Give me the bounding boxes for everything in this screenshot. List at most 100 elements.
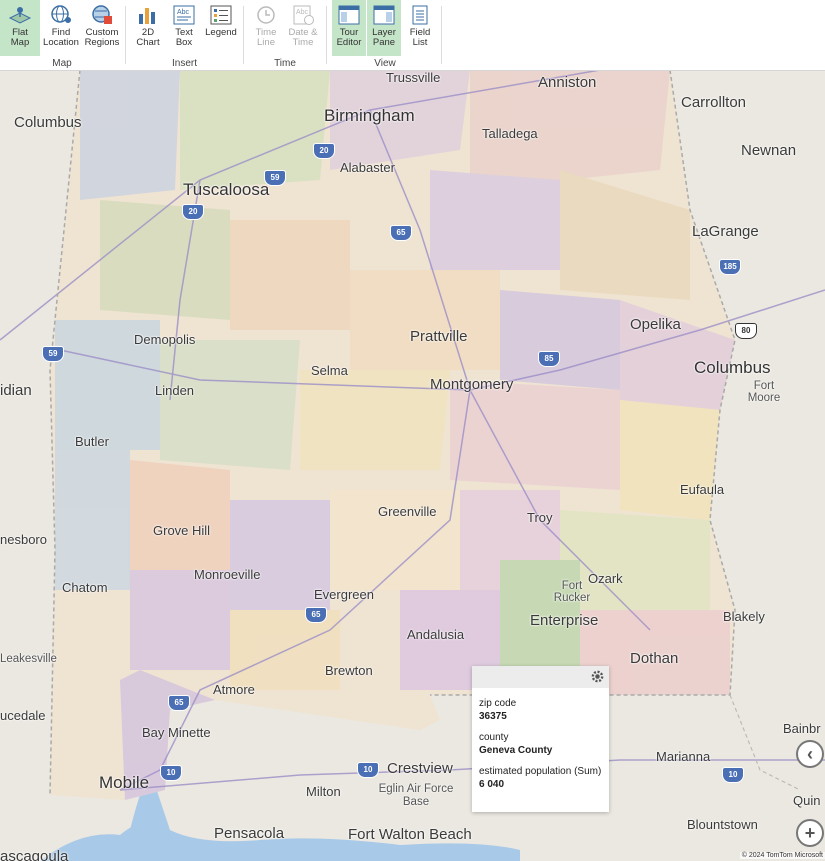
insert-group: 2D Chart Abc Text Box Legend Insert (128, 0, 241, 70)
city-label: Eglin Air Force Base (378, 783, 454, 808)
find-location-button[interactable]: Find Location (41, 0, 81, 56)
city-label: idian (0, 382, 32, 399)
city-label: Anniston (538, 74, 597, 91)
view-group-label: View (374, 58, 396, 69)
ribbon-divider (441, 6, 442, 64)
city-label: Andalusia (407, 627, 465, 642)
legend-button[interactable]: Legend (202, 0, 240, 56)
city-label: Bainbr (783, 721, 821, 736)
find-location-label: Find Location (43, 27, 79, 48)
city-label: Eufaula (680, 482, 725, 497)
city-label: Montgomery (430, 376, 514, 393)
gear-icon[interactable] (590, 669, 605, 687)
insert-group-label: Insert (171, 58, 197, 69)
map-canvas[interactable]: Trussville Anniston Birmingham Carrollto… (0, 70, 825, 861)
city-label: Demopolis (134, 332, 196, 347)
city-label: Bay Minette (142, 725, 211, 740)
tooltip-header (472, 666, 609, 688)
chevron-left-icon: ‹ (807, 743, 813, 764)
county-value: Geneva County (479, 745, 553, 756)
date-time-button[interactable]: Abc Date & Time (284, 0, 322, 56)
text-box-icon: Abc (173, 5, 195, 25)
city-label: Marianna (656, 749, 711, 764)
date-time-label: Date & Time (288, 27, 318, 48)
tour-editor-button[interactable]: Tour Editor (332, 0, 366, 56)
custom-regions-icon (92, 5, 112, 24)
city-label: Columbus (694, 358, 771, 377)
time-group: Time Line Abc Date & Time Time (246, 0, 324, 70)
highway-shield: 20 (313, 143, 335, 159)
highway-shield: 85 (538, 351, 560, 367)
highway-shield: 65 (390, 225, 412, 241)
map-group: Flat Map Find Location Custom Regions Ma… (0, 0, 124, 70)
city-label: Alabaster (340, 160, 395, 175)
city-label: Fort Walton Beach (348, 826, 472, 843)
plus-icon: + (804, 822, 816, 843)
city-label: Monroeville (194, 567, 261, 582)
highway-shield: 10 (722, 767, 744, 783)
legend-label: Legend (205, 27, 237, 38)
city-label: LaGrange (692, 223, 759, 240)
city-label: Atmore (213, 682, 255, 697)
text-box-button[interactable]: Abc Text Box (167, 0, 201, 56)
ribbon: Flat Map Find Location Custom Regions Ma… (0, 0, 825, 71)
field-list-icon (412, 5, 428, 25)
highway-shield: 185 (719, 259, 741, 275)
flat-map-label: Flat Map (10, 27, 30, 48)
svg-text:Abc: Abc (177, 9, 190, 16)
time-line-label: Time Line (255, 27, 277, 48)
svg-text:Abc: Abc (296, 9, 309, 16)
field-list-label: Field List (409, 27, 431, 48)
city-label: Fort Rucker (553, 580, 591, 604)
highway-shield: 59 (264, 170, 286, 186)
tour-editor-label: Tour Editor (336, 27, 362, 48)
flat-map-icon (8, 7, 32, 24)
city-label: Tuscaloosa (183, 180, 270, 199)
highway-shield: 65 (305, 607, 327, 623)
data-card-tooltip: zip code 36375 county Geneva County esti… (472, 666, 609, 812)
city-label: Evergreen (314, 587, 374, 602)
city-label: Columbus (14, 114, 82, 131)
field-list-button[interactable]: Field List (403, 0, 437, 56)
custom-regions-label: Custom Regions (84, 27, 120, 48)
clock-icon (257, 6, 275, 24)
city-label: Talladega (482, 126, 538, 141)
highway-shield: 65 (168, 695, 190, 711)
chart-2d-button[interactable]: 2D Chart (130, 0, 166, 56)
zoom-in-button[interactable]: + (796, 819, 824, 847)
city-label: Greenville (378, 504, 437, 519)
city-label: Dothan (630, 650, 679, 667)
city-label: Crestview (387, 760, 453, 777)
layer-pane-button[interactable]: Layer Pane (367, 0, 401, 56)
city-label: Leakesville (0, 653, 57, 665)
city-label: Newnan (741, 142, 797, 159)
highway-shield: 10 (160, 765, 182, 781)
highway-shield: 59 (42, 346, 64, 362)
city-label: Selma (311, 363, 348, 378)
city-label: Blountstown (687, 817, 758, 832)
city-label: Opelika (630, 316, 681, 333)
city-label: Brewton (325, 663, 373, 678)
city-label: Quin (793, 793, 821, 808)
ribbon-divider (326, 6, 327, 64)
legend-icon (210, 5, 232, 25)
city-label: Birmingham (324, 106, 415, 125)
tour-editor-icon (338, 5, 360, 25)
highway-shield: 80 (735, 323, 757, 339)
time-line-button[interactable]: Time Line (248, 0, 284, 56)
ribbon-divider (125, 6, 126, 64)
custom-regions-button[interactable]: Custom Regions (82, 0, 122, 56)
city-label: Grove Hill (153, 523, 211, 538)
city-label: Blakely (723, 609, 765, 624)
city-label: Prattville (410, 328, 468, 345)
ribbon-divider (243, 6, 244, 64)
flat-map-button[interactable]: Flat Map (0, 0, 40, 56)
text-box-label: Text Box (175, 27, 193, 48)
time-group-label: Time (274, 58, 296, 69)
rotate-left-button[interactable]: ‹ (796, 740, 824, 768)
city-label: Enterprise (530, 612, 599, 629)
city-label: Mobile (99, 773, 150, 792)
city-label: Pensacola (214, 825, 285, 842)
map-base (0, 70, 825, 861)
globe-icon (51, 5, 71, 23)
